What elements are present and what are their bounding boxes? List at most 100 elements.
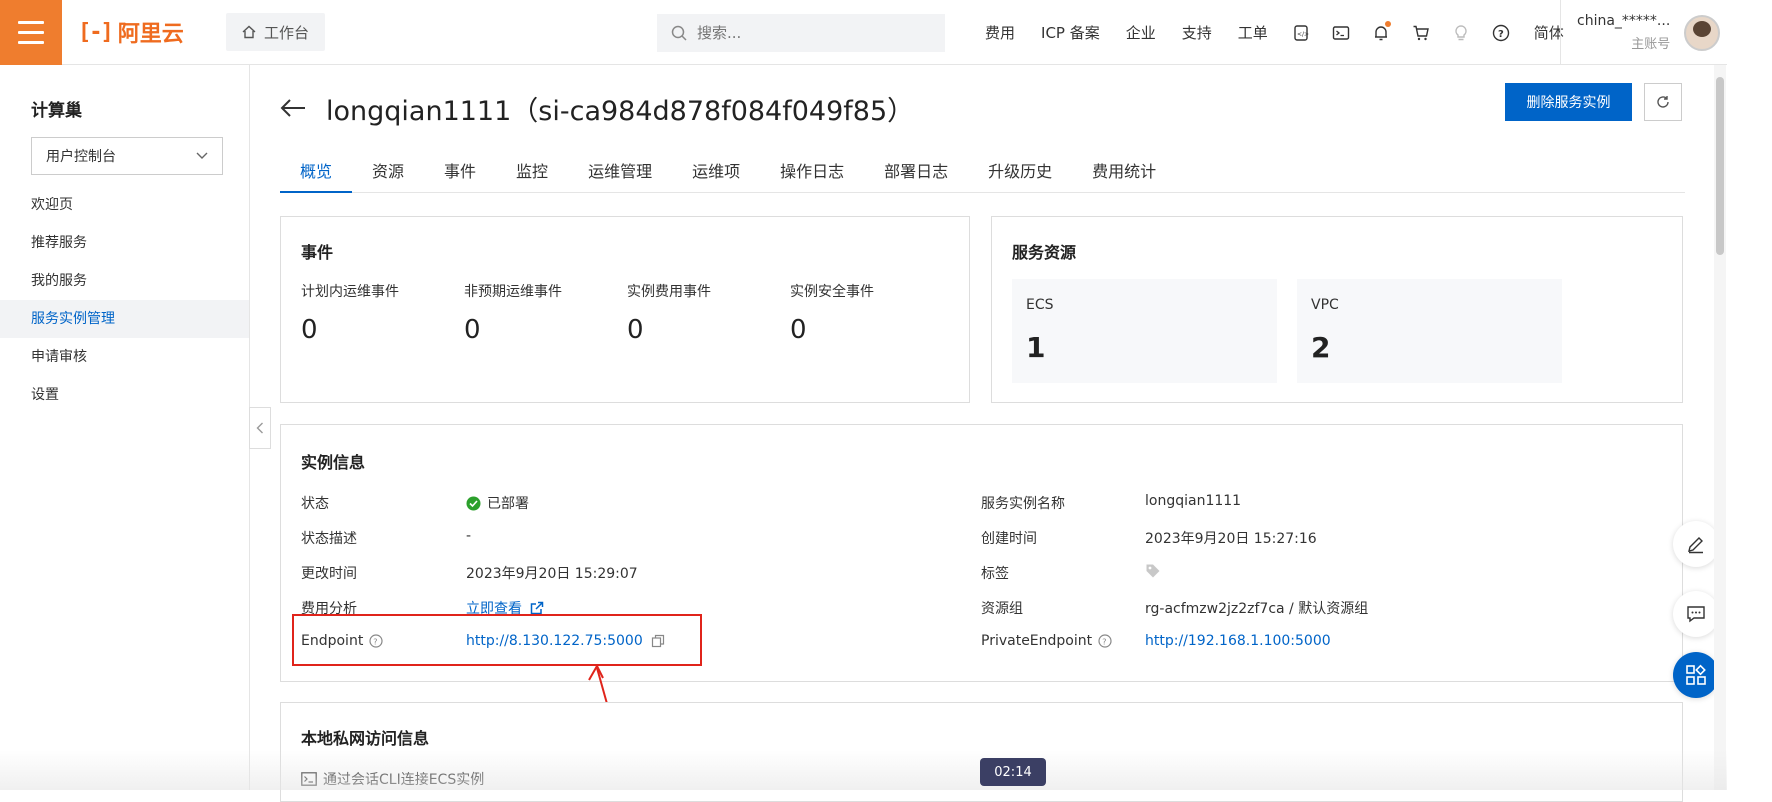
resource-vpc[interactable]: VPC 2 — [1297, 279, 1562, 383]
nav-fees[interactable]: 费用 — [972, 22, 1028, 43]
sidebar-item-welcome[interactable]: 欢迎页 — [0, 186, 249, 224]
status-value: 已部署 — [466, 493, 529, 513]
nav-enterprise[interactable]: 企业 — [1113, 22, 1169, 43]
search-icon — [671, 25, 687, 41]
api-icon[interactable]: </> — [1281, 24, 1321, 42]
vertical-scrollbar[interactable] — [1714, 65, 1726, 790]
home-icon — [242, 25, 256, 39]
cart-icon[interactable] — [1401, 24, 1441, 42]
nav-icp[interactable]: ICP 备案 — [1028, 22, 1113, 43]
resource-group-label: 资源组 — [981, 601, 1023, 617]
status-desc-label: 状态描述 — [301, 531, 357, 547]
tab-deploy-log[interactable]: 部署日志 — [864, 157, 968, 193]
resource-ecs[interactable]: ECS 1 — [1012, 279, 1277, 383]
console-select[interactable]: 用户控制台 — [31, 137, 223, 175]
event-value-planned[interactable]: 0 — [301, 315, 318, 345]
svg-text:?: ? — [1498, 29, 1504, 40]
top-nav: 费用 ICP 备案 企业 支持 工单 </> ? 简体 — [972, 0, 1577, 65]
svg-text:</>: </> — [1297, 31, 1309, 38]
notification-dot — [1384, 20, 1391, 27]
sidebar-item-instance-management[interactable]: 服务实例管理 — [0, 300, 249, 338]
sidebar-menu: 欢迎页 推荐服务 我的服务 服务实例管理 申请审核 设置 — [0, 186, 249, 414]
events-card: 事件 计划内运维事件 0 非预期运维事件 0 实例费用事件 0 实例安全事件 0 — [280, 216, 970, 403]
event-label-unplanned: 非预期运维事件 — [464, 284, 562, 300]
scroll-thumb[interactable] — [1716, 77, 1724, 255]
tab-upgrade-history[interactable]: 升级历史 — [968, 157, 1072, 193]
delete-instance-button[interactable]: 删除服务实例 — [1505, 83, 1632, 121]
tab-ops-items[interactable]: 运维项 — [672, 157, 760, 193]
logo-text: 阿里云 — [117, 22, 184, 47]
svg-text:?: ? — [1102, 638, 1106, 647]
sidebar-title: 计算巢 — [31, 101, 82, 121]
pencil-icon — [1688, 537, 1703, 554]
help-circle-icon[interactable]: ? — [1098, 634, 1112, 648]
sidebar: 计算巢 用户控制台 欢迎页 推荐服务 我的服务 服务实例管理 申请审核 设置 — [0, 65, 250, 790]
events-title: 事件 — [301, 243, 334, 262]
tag-value[interactable] — [1145, 563, 1161, 583]
cli-connect-text: 通过会话CLI连接ECS实例 — [323, 772, 485, 788]
tabs: 概览 资源 事件 监控 运维管理 运维项 操作日志 部署日志 升级历史 费用统计 — [280, 157, 1685, 193]
event-label-planned: 计划内运维事件 — [301, 284, 399, 300]
created-time-value: 2023年9月20日 15:27:16 — [1145, 531, 1317, 547]
search-box[interactable] — [657, 14, 945, 52]
lightbulb-icon[interactable] — [1441, 24, 1481, 42]
tab-cost-statistics[interactable]: 费用统计 — [1072, 157, 1176, 193]
tag-icon[interactable] — [1145, 563, 1161, 579]
aliyun-logo[interactable]: [-] 阿里云 — [78, 16, 198, 48]
status-text: 已部署 — [487, 496, 529, 512]
resource-ecs-label: ECS — [1026, 297, 1054, 313]
sidebar-item-settings[interactable]: 设置 — [0, 376, 249, 414]
bell-icon[interactable] — [1361, 20, 1401, 42]
right-margin — [1727, 0, 1772, 790]
instance-name-value: longqian1111 — [1145, 493, 1242, 509]
tab-ops-management[interactable]: 运维管理 — [568, 157, 672, 193]
status-desc-value: - — [466, 528, 472, 544]
nav-ticket[interactable]: 工单 — [1225, 22, 1281, 43]
sidebar-item-approval[interactable]: 申请审核 — [0, 338, 249, 376]
feedback-float-button[interactable] — [1673, 591, 1719, 637]
event-value-security[interactable]: 0 — [790, 315, 807, 345]
account-menu[interactable]: china_*****... 主账号 — [1560, 0, 1721, 65]
event-label-security: 实例安全事件 — [790, 284, 874, 300]
collapse-sidebar-button[interactable] — [249, 407, 271, 449]
private-endpoint-label-text: PrivateEndpoint — [981, 633, 1093, 649]
terminal-icon[interactable] — [1321, 24, 1361, 42]
cli-connect-label[interactable]: 通过会话CLI连接ECS实例 — [301, 769, 484, 789]
search-input[interactable] — [697, 24, 917, 42]
tag-label: 标签 — [981, 566, 1009, 582]
tab-overview[interactable]: 概览 — [280, 157, 353, 193]
created-time-label: 创建时间 — [981, 531, 1037, 547]
avatar[interactable] — [1684, 14, 1721, 51]
chevron-left-icon — [256, 422, 263, 434]
tab-events[interactable]: 事件 — [424, 157, 496, 193]
resource-group-value: rg-acfmzw2jz2zf7ca / 默认资源组 — [1145, 601, 1369, 617]
aliyun-logo-mark: [-] — [78, 19, 114, 45]
status-label: 状态 — [301, 496, 329, 512]
sidebar-item-recommended[interactable]: 推荐服务 — [0, 224, 249, 262]
resources-title: 服务资源 — [1012, 243, 1077, 262]
tab-resources[interactable]: 资源 — [352, 157, 424, 193]
menu-icon[interactable] — [0, 0, 62, 65]
tab-operation-log[interactable]: 操作日志 — [760, 157, 864, 193]
page-title: longqian1111（si-ca984d878f084f049f85） — [326, 95, 915, 127]
private-endpoint-url[interactable]: http://192.168.1.100:5000 — [1145, 633, 1331, 649]
apps-float-button[interactable] — [1673, 652, 1719, 698]
edit-float-button[interactable] — [1673, 521, 1719, 567]
event-value-unplanned[interactable]: 0 — [464, 315, 481, 345]
instance-info-title: 实例信息 — [301, 453, 366, 472]
terminal-icon — [301, 772, 317, 786]
help-icon[interactable]: ? — [1481, 24, 1521, 42]
chevron-down-icon — [196, 152, 208, 159]
event-value-fee[interactable]: 0 — [627, 315, 644, 345]
sidebar-item-my-services[interactable]: 我的服务 — [0, 262, 249, 300]
nav-support[interactable]: 支持 — [1169, 22, 1225, 43]
page-header: longqian1111（si-ca984d878f084f049f85） 删除… — [280, 83, 1685, 133]
workbench-button[interactable]: 工作台 — [226, 13, 326, 51]
private-endpoint-label: PrivateEndpoint ? — [981, 633, 1112, 649]
back-arrow-icon[interactable] — [280, 98, 306, 118]
modified-time-label: 更改时间 — [301, 566, 357, 582]
refresh-button[interactable] — [1644, 83, 1682, 121]
recording-timer: 02:14 — [980, 758, 1046, 786]
account-type: 主账号 — [1631, 37, 1671, 52]
tab-monitoring[interactable]: 监控 — [496, 157, 568, 193]
